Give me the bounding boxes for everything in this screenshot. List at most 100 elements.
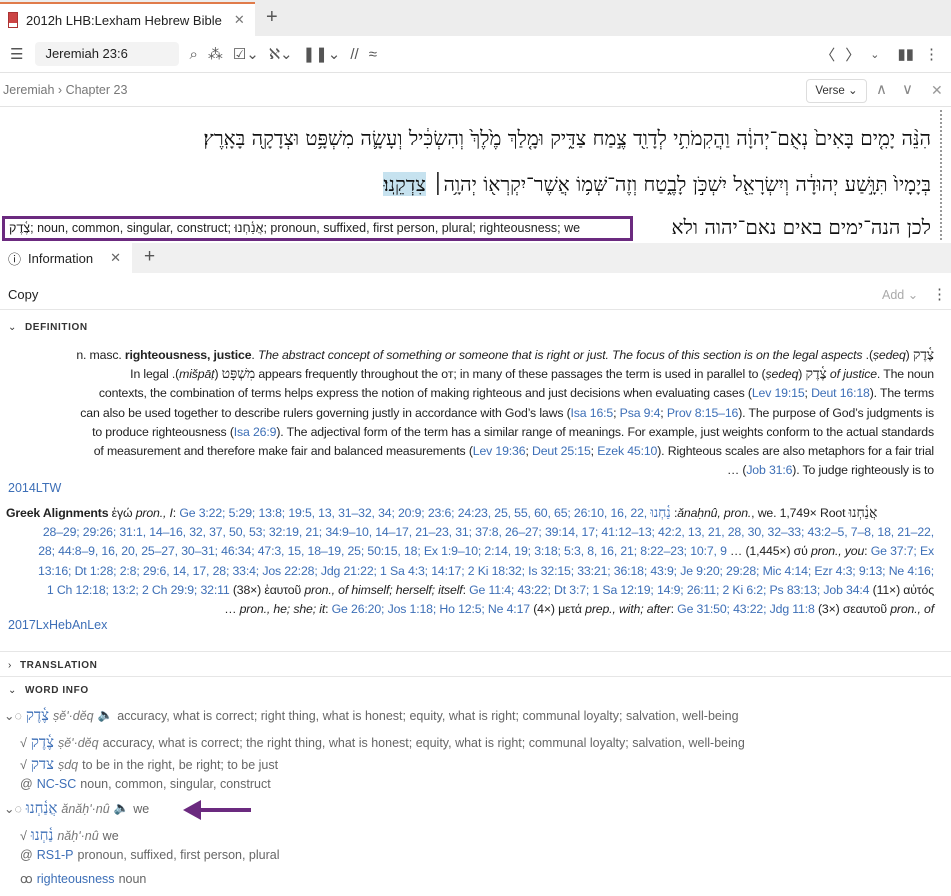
scripture-link[interactable]: Lev 19:36 [473,444,526,458]
breadcrumb-book[interactable]: Jeremiah [3,83,54,97]
hebrew-lemma[interactable]: נַ֫חְנוּ [31,826,53,845]
text-line: of measurement and therefore make fair a… [6,442,934,461]
new-tab-button[interactable]: + [144,246,155,268]
root-icon[interactable]: √ [20,736,27,750]
morph-code[interactable]: NC-SC [37,777,77,791]
greek-alignments: Greek Alignments ἐγώ pron., I: Ge 3:22; … [6,504,934,619]
scrollbar[interactable] [940,110,945,240]
menu-icon[interactable]: ☰ [10,45,23,63]
approx-icon[interactable]: ≈ [369,46,377,63]
text-line: n. masc. righteousness, justice. The abs… [6,346,934,365]
add-button[interactable]: Add ⌄ [882,287,918,302]
verse-6[interactable]: בְּיָמָיו֙ תִּוָּ֣שַׁע יְהוּדָ֔ה וְיִשְׂ… [31,172,931,197]
scripture-link[interactable]: 13:16; Dt 1:28; 2:8; 29:6, 14, 17, 28; 3… [38,564,934,578]
hebrew-lemma[interactable]: צֶ֫דֶק [26,706,49,725]
more-icon[interactable]: ⋮ [924,45,939,63]
scripture-link[interactable]: 1 Ch 12:18; 13:2; 2 Ch 29:9; 32:11 [47,583,230,597]
scripture-link[interactable]: Job 31:6 [746,463,792,477]
text: (38×) ἑαυτοῦ [229,582,305,597]
word-info-row[interactable]: @ RS1-P pronoun, suffixed, first person, p… [20,848,280,862]
hebrew-lemma[interactable]: צדק [31,755,54,774]
close-tab-icon[interactable]: ✕ [234,12,245,28]
scripture-link[interactable]: Ge 11:4; 43:22; Dt 3:7; 1 Sa 12:19; 14:9… [469,583,869,597]
scripture-link[interactable]: Ge 26:20; Jos 1:18; Ho 12:5; Ne 4:17 [332,602,530,616]
search-icon[interactable]: ⌕ [189,46,197,63]
audio-icon[interactable]: 🔈 [98,708,114,723]
sense-icon[interactable]: ꝏ [20,871,33,886]
copy-button[interactable]: Copy [8,287,38,302]
root-icon[interactable]: √ [20,829,27,843]
text: contexts, the combination of terms helps… [98,386,752,401]
forward-icon[interactable]: 〉 [845,44,860,65]
expand-icon[interactable]: ⌄◌ [4,801,22,816]
word-info-row[interactable]: ꝏ righteousness noun [20,871,146,887]
next-icon[interactable]: ∨ [902,80,913,98]
close-tab-icon[interactable]: ✕ [110,250,121,266]
hebrew-lemma[interactable]: אֲנַ֫חְנוּ [26,799,57,818]
word-info-row[interactable]: √ צֶ֫דֶק ṣĕʹ·dĕq accuracy, what is correct;… [20,733,745,752]
tab-information[interactable]: ⓘ Information ✕ [0,243,132,273]
interlinear-icon[interactable]: ℵ⌄ [269,45,293,63]
morph-icon[interactable]: @ [20,848,33,862]
text: pron., I [135,506,173,520]
new-tab-button[interactable]: + [266,6,278,29]
root-icon[interactable]: √ [20,758,27,772]
morph-code[interactable]: righteousness [37,872,115,886]
text: ). To judge righteously is to [792,463,934,478]
scripture-link[interactable]: 28–29; 29:26; 31:1, 14–16, 32, 37, 50, 5… [43,525,934,539]
parallel-icon[interactable]: // [350,46,358,63]
split-view-icon[interactable]: ▮▮ [897,45,914,63]
definition-header[interactable]: ⌄ DEFINITION [8,322,88,333]
expand-icon[interactable]: ⌄◌ [4,708,22,723]
greek-source[interactable]: 2017LxHebAnLex [8,618,107,632]
text-line: … (Job 31:6). To judge righteously is to [6,461,934,480]
scripture-link[interactable]: Lev 19:15 [752,386,805,400]
scripture-link[interactable]: Deut 16:18 [811,386,870,400]
back-icon[interactable]: 〈 [820,44,835,65]
more-icon[interactable]: ⋮ [932,285,947,303]
tab-lexham-hebrew-bible[interactable]: 2012h LHB:Lexham Hebrew Bible ✕ [0,2,255,36]
copy-row: Copy [0,280,951,310]
selected-word[interactable]: צִדְקֵֽנוּ׃ [383,172,426,196]
history-dropdown-icon[interactable]: ⌄ [870,48,879,61]
text: ). The purpose of God’s judgments is [738,405,934,420]
word-info-row[interactable]: √ צדק ṣdq to be in the right, be right; to … [20,755,278,774]
definition-source[interactable]: 2014LTW [8,481,61,495]
previous-icon[interactable]: ∧ [876,80,887,98]
word-info-row[interactable]: √ נַ֫חְנוּ năḥʹ·nû we [20,826,119,845]
word-info-row[interactable]: ⌄◌ אֲנַ֫חְנוּ ănăḥʹ·nû 🔈 we [4,799,149,818]
scripture-link[interactable]: Isa 16:5 [571,406,614,420]
hebrew-word[interactable]: נַ֫חְנוּ [650,505,671,521]
scripture-link[interactable]: Prov 8:15–16 [667,406,739,420]
word-info-row[interactable]: ⌄◌ צֶ֫דֶק ṣĕʹ·dĕq 🔈 accuracy, what is correc… [4,706,739,725]
morph-icon[interactable]: @ [20,777,33,791]
text: ) [798,367,806,382]
reference-input[interactable]: Jeremiah 23:6 [35,42,180,66]
tab-label: Information [28,250,94,266]
word-info-row[interactable]: @ NC-SC noun, common, singular, construct [20,777,271,791]
verse-5[interactable]: הִנֵּ֨ה יָמִ֤ים בָּאִים֙ נְאֻם־יְהוָ֔ה ו… [31,126,931,151]
text: appears frequently throughout the ᴏᴛ; in… [255,367,766,382]
morph-code[interactable]: RS1-P [37,848,74,862]
scripture-link[interactable]: Ezek 45:10 [597,444,657,458]
close-icon[interactable]: ✕ [931,82,943,99]
breadcrumb-chapter[interactable]: Chapter 23 [66,83,128,97]
visual-filter-icon[interactable]: ⁂ [208,45,223,63]
scripture-link[interactable]: Ge 31:50; 43:22; Jdg 11:8 [677,602,815,616]
scripture-link[interactable]: 28; 44:8–9, 16, 20, 25–27, 30–31; 46:34;… [38,544,727,558]
translation-header[interactable]: › TRANSLATION [8,660,97,671]
audio-icon[interactable]: 🔈 [114,801,130,816]
columns-icon[interactable]: ❚❚⌄ [303,45,341,63]
word-info-header[interactable]: ⌄ WORD INFO [8,685,89,696]
scripture-link[interactable]: Psa 9:4 [620,406,661,420]
scripture-link[interactable]: Ge 3:22; 5:29; 13:8; 19:5, 13, 31–32, 34… [179,506,650,520]
verse-dropdown[interactable]: Verse ⌄ [806,79,867,103]
text-line: to produce righteousness (Isa 26:9). The… [6,423,934,442]
scripture-link[interactable]: Ge 37:7; Ex [871,544,934,558]
checkbox-icon[interactable]: ☑⌄ [233,45,259,63]
hebrew-lemma[interactable]: צֶ֫דֶק [31,733,54,752]
annotation-arrow-icon [183,800,251,820]
text-line: 28; 44:8–9, 16, 20, 25–27, 30–31; 46:34;… [6,542,934,561]
scripture-link[interactable]: Deut 25:15 [532,444,591,458]
scripture-link[interactable]: Isa 26:9 [234,425,277,439]
